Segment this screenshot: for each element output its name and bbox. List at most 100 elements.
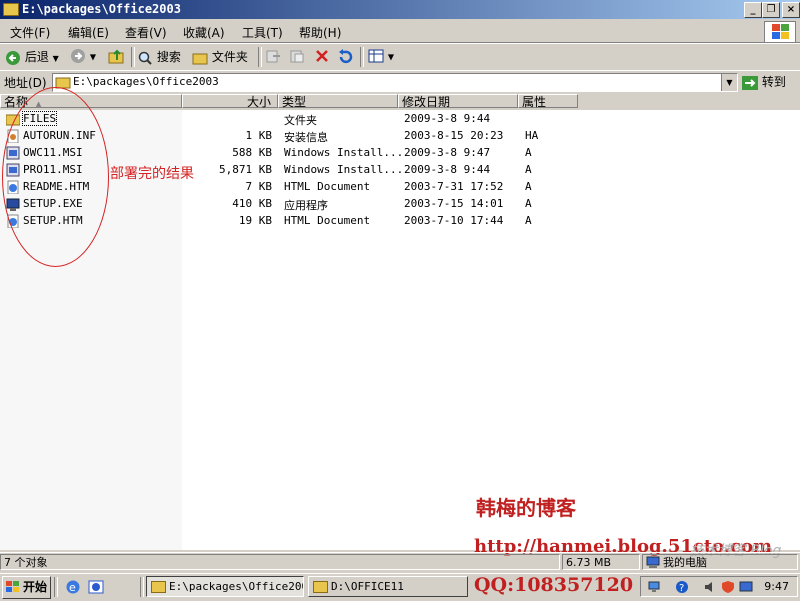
chevron-down-icon: ▼ <box>89 52 96 62</box>
restore-button[interactable]: ❐ <box>762 2 780 18</box>
watermark-blog-name: 韩梅的博客 <box>476 496 576 520</box>
folders-label: 文件夹 <box>211 50 248 64</box>
column-header-row: 名称 ▲ 大小 类型 修改日期 属性 <box>0 94 800 110</box>
close-button[interactable]: × <box>782 2 800 18</box>
move-to-icon <box>266 50 280 63</box>
file-size: 7 KB <box>245 180 273 193</box>
menu-file[interactable]: 文件(F) <box>10 24 50 41</box>
start-button[interactable]: 开始 <box>2 576 51 599</box>
search-button[interactable]: 搜索 <box>137 48 181 66</box>
column-header-type[interactable]: 类型 <box>278 94 398 109</box>
file-type: 安装信息 <box>284 131 328 144</box>
go-label: 转到 <box>761 75 786 89</box>
status-bar: 7 个对象 6.73 MB 我的电脑 <box>0 552 800 572</box>
forward-button[interactable]: ▼ <box>70 48 96 64</box>
undo-button[interactable] <box>337 48 353 64</box>
address-input[interactable]: E:\packages\Office2003 ▼ <box>52 73 738 92</box>
file-attributes: A <box>525 146 532 159</box>
column-header-modified[interactable]: 修改日期 <box>398 94 518 109</box>
file-size: 5,871 KB <box>219 163 272 176</box>
file-size: 19 KB <box>238 214 272 227</box>
status-size: 6.73 MB <box>562 554 640 570</box>
table-row[interactable]: AUTORUN.INF 1 KB 安装信息 2003-8-15 20:23 HA <box>0 128 800 145</box>
file-type: Windows Install... <box>284 163 404 176</box>
windows-logo-icon <box>6 581 19 592</box>
address-value: E:\packages\Office2003 <box>73 75 219 88</box>
file-size: 588 KB <box>232 146 272 159</box>
delete-button[interactable] <box>314 48 330 64</box>
file-attributes: HA <box>525 129 539 142</box>
file-modified: 2009-3-8 9:44 <box>404 112 491 125</box>
copy-to-button[interactable] <box>289 48 305 64</box>
file-type: 文件夹 <box>284 114 317 127</box>
address-dropdown-button[interactable]: ▼ <box>721 74 737 91</box>
menu-edit[interactable]: 编辑(E) <box>68 24 109 41</box>
title-bar[interactable]: E:\packages\Office2003 _ ❐ × <box>0 0 800 19</box>
file-modified: 2009-3-8 9:44 <box>404 163 491 176</box>
file-modified: 2003-7-15 14:01 <box>404 197 504 210</box>
file-attributes: A <box>525 163 532 176</box>
column-header-attributes[interactable]: 属性 <box>518 94 578 109</box>
help-icon[interactable]: ? <box>675 580 689 594</box>
forward-arrow-icon <box>71 49 85 63</box>
svg-text:e: e <box>69 581 76 594</box>
delete-x-icon <box>316 50 328 62</box>
address-bar: 地址(D) E:\packages\Office2003 ▼ 转到 <box>0 70 800 95</box>
file-modified: 2003-7-10 17:44 <box>404 214 504 227</box>
menu-help[interactable]: 帮助(H) <box>299 24 341 41</box>
folder-icon <box>313 581 328 593</box>
move-to-button[interactable] <box>265 48 281 64</box>
table-row[interactable]: OWC11.MSI 588 KB Windows Install... 2009… <box>0 145 800 162</box>
go-button[interactable]: 转到 <box>742 73 786 91</box>
svg-text:?: ? <box>679 583 684 594</box>
network-icon[interactable] <box>647 580 663 594</box>
file-attributes: A <box>525 197 532 210</box>
status-object-count: 7 个对象 <box>0 554 560 570</box>
table-row[interactable]: FILES 文件夹 2009-3-8 9:44 <box>0 111 800 128</box>
chevron-down-icon: ▼ <box>52 54 59 63</box>
up-folder-button[interactable] <box>108 48 126 64</box>
toolbar: 后退 ▼ ▼ 搜索 文件夹 ▼ <box>0 43 800 71</box>
file-attributes: A <box>525 214 532 227</box>
search-icon <box>138 51 152 65</box>
outlook-express-icon[interactable] <box>88 579 104 595</box>
column-header-size[interactable]: 大小 <box>182 94 278 109</box>
taskbar-separator <box>140 577 144 597</box>
internet-explorer-icon[interactable]: e <box>65 579 81 595</box>
file-type: HTML Document <box>284 214 371 227</box>
taskbar-task-office2003[interactable]: E:\packages\Office2003 <box>146 576 304 597</box>
volume-icon[interactable] <box>703 580 717 594</box>
annotation-text: 部署完的结果 <box>110 166 194 182</box>
watermark-qq: QQ:108357120 <box>474 574 634 596</box>
menu-view[interactable]: 查看(V) <box>125 24 167 41</box>
address-label: 地址(D) <box>4 76 47 90</box>
go-arrow-icon <box>742 75 758 90</box>
system-tray: ? 9:47 <box>640 576 798 597</box>
views-button[interactable]: ▼ <box>368 48 394 64</box>
my-computer-icon <box>646 556 660 568</box>
taskbar-separator <box>54 577 58 597</box>
windows-logo-icon <box>764 21 796 43</box>
system-clock: 9:47 <box>764 580 789 593</box>
folder-icon <box>3 3 19 16</box>
chevron-down-icon: ▼ <box>387 52 394 62</box>
file-size: 410 KB <box>232 197 272 210</box>
back-button[interactable]: 后退 ▼ <box>5 48 59 66</box>
table-row[interactable]: SETUP.HTM 19 KB HTML Document 2003-7-10 … <box>0 213 800 230</box>
undo-icon <box>339 49 353 64</box>
menu-favorites[interactable]: 收藏(A) <box>183 24 225 41</box>
folders-button[interactable]: 文件夹 <box>192 48 248 66</box>
toolbar-separator <box>360 47 364 67</box>
table-row[interactable]: SETUP.EXE 410 KB 应用程序 2003-7-15 14:01 A <box>0 196 800 213</box>
back-label: 后退 <box>24 50 49 64</box>
security-shield-icon[interactable] <box>721 580 735 594</box>
display-icon[interactable] <box>739 580 753 594</box>
file-type: 应用程序 <box>284 199 328 212</box>
file-attributes: A <box>525 180 532 193</box>
file-type: Windows Install... <box>284 146 404 159</box>
taskbar-task-office11[interactable]: D:\OFFICE11 <box>308 576 468 597</box>
window-title: E:\packages\Office2003 <box>22 2 181 16</box>
menu-tools[interactable]: 工具(T) <box>242 24 283 41</box>
minimize-button[interactable]: _ <box>744 2 762 18</box>
folder-icon <box>192 53 208 64</box>
